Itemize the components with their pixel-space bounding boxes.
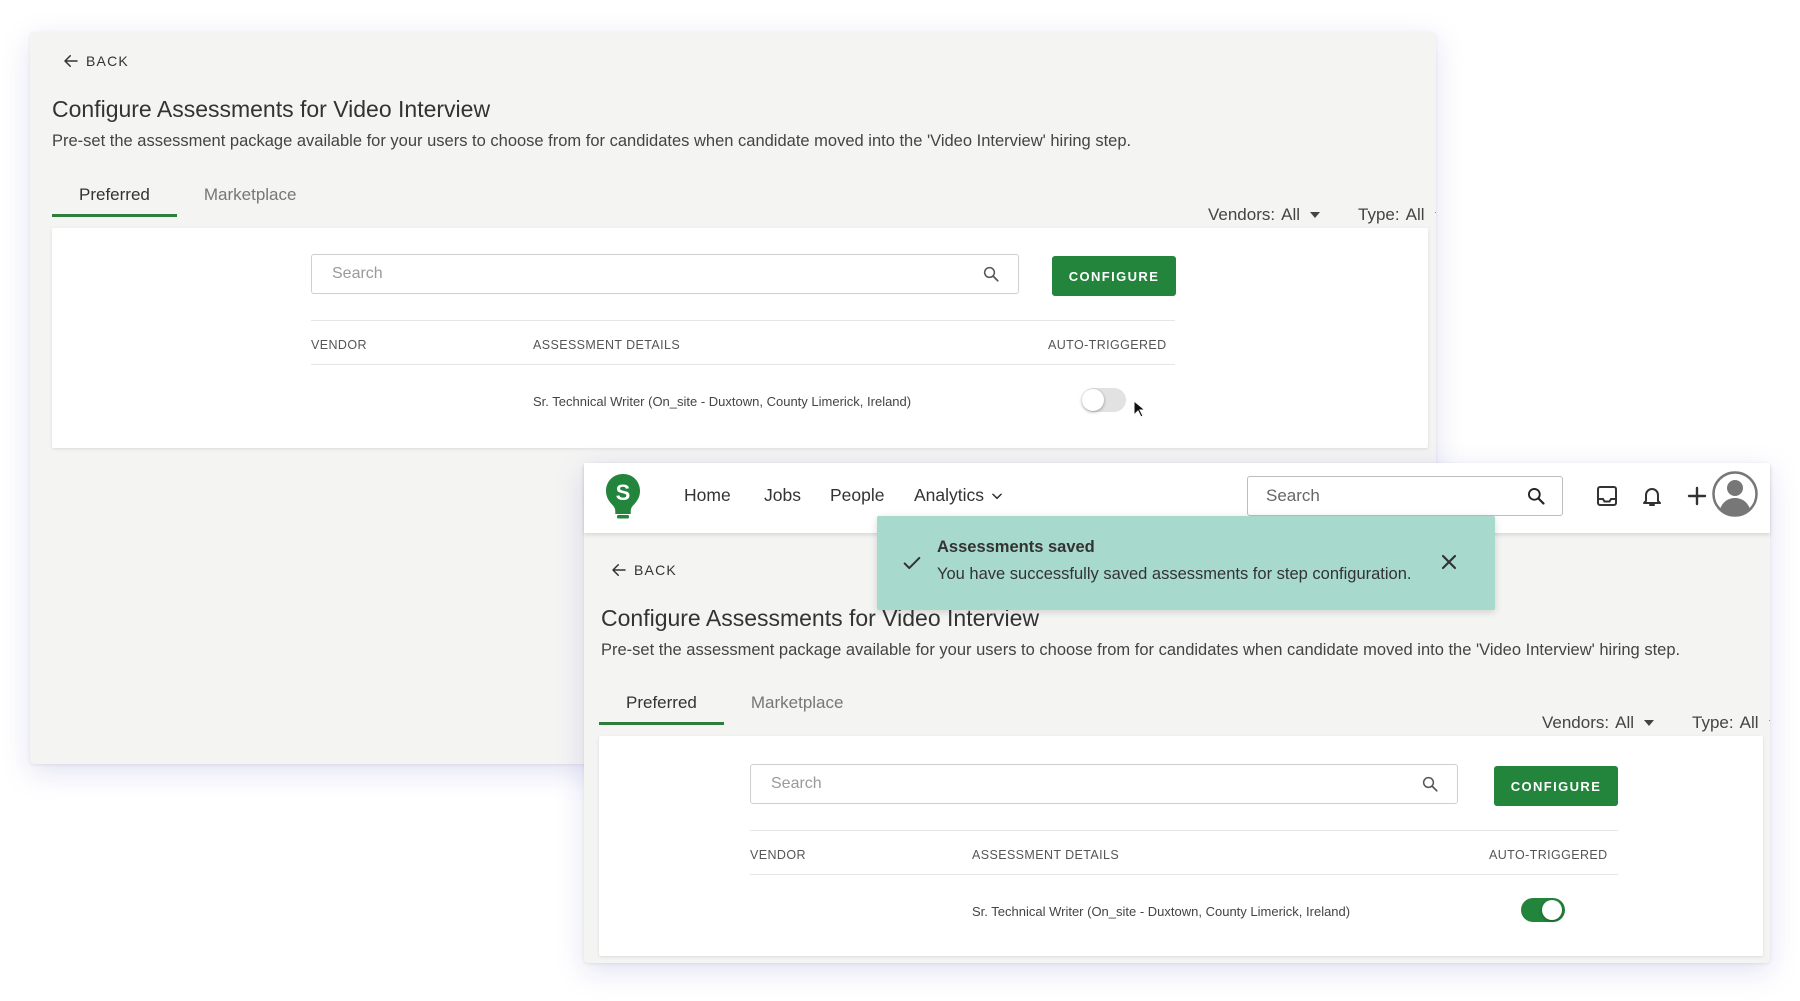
- assessment-search-input[interactable]: [769, 774, 1421, 794]
- nav-analytics[interactable]: Analytics: [914, 485, 1004, 506]
- checkmark-icon: [903, 556, 921, 570]
- type-filter-value: All: [1405, 205, 1425, 224]
- page-title: Configure Assessments for Video Intervie…: [52, 96, 491, 122]
- tab-marketplace[interactable]: Marketplace: [724, 693, 871, 725]
- back-label: BACK: [86, 53, 129, 69]
- page-description: Pre-set the assessment package available…: [52, 132, 1132, 150]
- type-filter-value: All: [1739, 713, 1759, 732]
- auto-triggered-toggle[interactable]: [1521, 898, 1565, 922]
- assessment-details-cell: Sr. Technical Writer (On_site - Duxtown,…: [533, 394, 912, 409]
- back-label: BACK: [634, 562, 677, 578]
- column-header-auto-triggered: AUTO-TRIGGERED: [1489, 848, 1608, 862]
- column-header-vendor: VENDOR: [311, 338, 367, 352]
- divider: [750, 830, 1618, 831]
- toggle-knob: [1082, 389, 1104, 411]
- arrow-left-icon: [64, 55, 78, 67]
- type-filter-label: Type:: [1358, 205, 1400, 224]
- search-icon[interactable]: [1526, 486, 1546, 506]
- back-link[interactable]: BACK: [610, 561, 677, 579]
- toggle-knob: [1542, 900, 1562, 920]
- filters: Vendors: All Type: All: [1542, 713, 1770, 733]
- divider: [750, 874, 1618, 875]
- vendors-filter[interactable]: Vendors: All: [1208, 205, 1321, 225]
- nav-home[interactable]: Home: [684, 485, 731, 506]
- tabs: Preferred Marketplace: [599, 693, 870, 725]
- svg-text:S: S: [616, 480, 631, 505]
- tab-preferred[interactable]: Preferred: [599, 693, 724, 725]
- type-filter-label: Type:: [1692, 713, 1734, 732]
- auto-triggered-toggle[interactable]: [1082, 388, 1126, 412]
- assessment-search-input[interactable]: [330, 264, 982, 284]
- mouse-pointer-icon: [1133, 400, 1145, 418]
- bell-icon[interactable]: [1640, 484, 1664, 508]
- nav-people[interactable]: People: [830, 485, 885, 506]
- avatar[interactable]: [1712, 471, 1758, 517]
- arrow-left-icon: [612, 564, 626, 576]
- global-search-input[interactable]: [1264, 485, 1526, 507]
- assessment-details-cell: Sr. Technical Writer (On_site - Duxtown,…: [972, 904, 1351, 919]
- type-filter[interactable]: Type: All: [1358, 205, 1436, 225]
- vendors-filter-value: All: [1281, 205, 1301, 224]
- close-icon[interactable]: [1437, 550, 1461, 574]
- vendors-filter-label: Vendors:: [1542, 713, 1610, 732]
- inbox-icon[interactable]: [1595, 484, 1619, 508]
- caret-down-icon: [1768, 720, 1770, 726]
- vendors-filter-label: Vendors:: [1208, 205, 1276, 224]
- assessments-card: CONFIGURE VENDOR ASSESSMENT DETAILS AUTO…: [599, 736, 1763, 956]
- logo-icon[interactable]: S: [604, 473, 642, 519]
- page-description: Pre-set the assessment package available…: [601, 641, 1681, 659]
- success-toast: Assessments saved You have successfully …: [877, 516, 1495, 610]
- vendors-filter[interactable]: Vendors: All: [1542, 713, 1655, 733]
- toast-message: You have successfully saved assessments …: [937, 565, 1412, 583]
- caret-down-icon: [1310, 212, 1321, 218]
- chevron-down-icon: [992, 492, 1002, 499]
- filters: Vendors: All Type: All: [1208, 205, 1436, 225]
- configure-button[interactable]: CONFIGURE: [1494, 766, 1618, 806]
- nav-jobs[interactable]: Jobs: [764, 485, 801, 506]
- column-header-assessment-details: ASSESSMENT DETAILS: [533, 338, 681, 352]
- toast-title: Assessments saved: [937, 538, 1095, 556]
- caret-down-icon: [1434, 212, 1436, 218]
- tabs: Preferred Marketplace: [52, 185, 323, 217]
- tab-marketplace[interactable]: Marketplace: [177, 185, 324, 217]
- configure-button[interactable]: CONFIGURE: [1052, 256, 1176, 296]
- caret-down-icon: [1644, 720, 1655, 726]
- assessment-search: [311, 254, 1019, 294]
- back-link[interactable]: BACK: [62, 52, 129, 70]
- search-icon[interactable]: [982, 265, 1000, 283]
- column-header-vendor: VENDOR: [750, 848, 806, 862]
- assessment-search: [750, 764, 1458, 804]
- nav-analytics-label: Analytics: [914, 485, 985, 505]
- divider: [311, 320, 1175, 321]
- column-header-auto-triggered: AUTO-TRIGGERED: [1048, 338, 1167, 352]
- vendors-filter-value: All: [1615, 713, 1635, 732]
- global-search: [1247, 476, 1563, 516]
- column-header-assessment-details: ASSESSMENT DETAILS: [972, 848, 1120, 862]
- assessments-card: CONFIGURE VENDOR ASSESSMENT DETAILS AUTO…: [52, 228, 1428, 448]
- plus-icon[interactable]: [1685, 484, 1709, 508]
- tab-preferred[interactable]: Preferred: [52, 185, 177, 217]
- divider: [311, 364, 1175, 365]
- type-filter[interactable]: Type: All: [1692, 713, 1770, 733]
- search-icon[interactable]: [1421, 775, 1439, 793]
